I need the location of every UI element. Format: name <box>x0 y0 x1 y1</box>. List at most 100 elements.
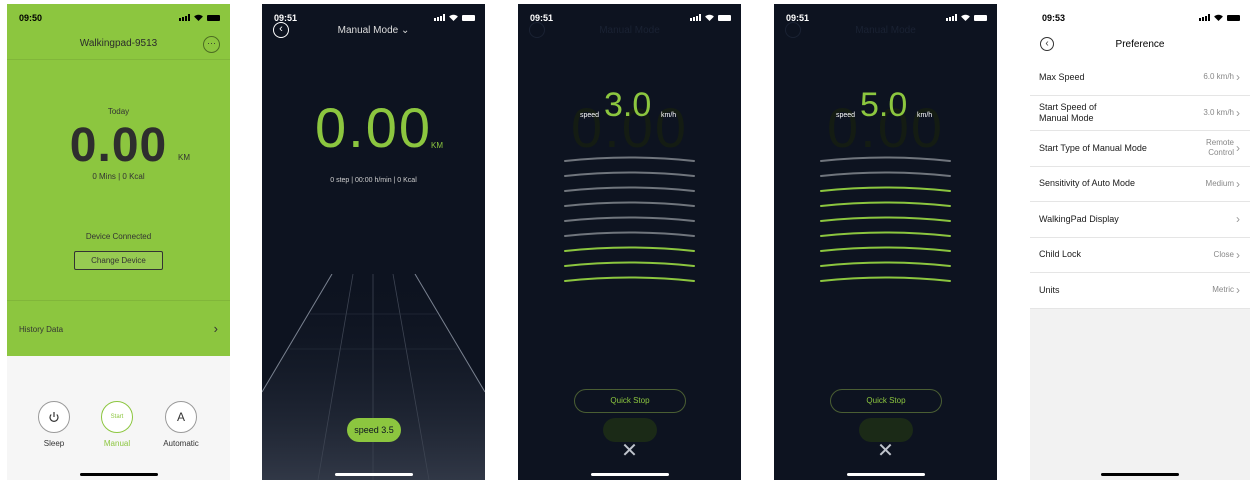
preference-label: Units <box>1039 284 1060 295</box>
signal-icon <box>179 14 190 21</box>
summary-stats: 0 step | 00:00 h/min | 0 Kcal <box>330 177 417 184</box>
speed-unit: km/h <box>661 112 677 119</box>
chevron-right-icon: › <box>1236 247 1240 262</box>
today-label: Today <box>107 107 130 116</box>
more-options-button[interactable]: ··· <box>203 36 220 53</box>
speed-level-arc <box>564 156 695 162</box>
signal-icon <box>690 14 701 21</box>
status-bar: 09:50 <box>7 4 230 30</box>
mode-bar: Sleep Start Manual A Automatic <box>7 356 230 480</box>
preference-value-text: Close <box>1213 249 1234 259</box>
header: Walkingpad-9513 ··· <box>7 30 230 60</box>
page-title: Preference <box>1115 39 1165 50</box>
chevron-right-icon: › <box>1236 283 1240 298</box>
quick-stop-button[interactable]: Quick Stop <box>830 389 942 413</box>
wifi-icon <box>1214 14 1223 21</box>
preference-row[interactable]: Child Lock Close › <box>1030 238 1250 273</box>
preference-label: WalkingPad Display <box>1039 213 1119 224</box>
chevron-right-icon: › <box>1236 141 1240 156</box>
distance-value: 0.00 <box>69 119 168 172</box>
preference-row[interactable]: Start Speed of Manual Mode 3.0 km/h › <box>1030 96 1250 131</box>
speed-level-arc-active <box>564 246 695 252</box>
speed-level-arc <box>820 156 951 162</box>
preference-row[interactable]: WalkingPad Display › <box>1030 202 1250 238</box>
speed-level-arc <box>564 231 695 237</box>
history-label: History Data <box>19 325 64 334</box>
speed-pill[interactable]: speed 3.5 <box>347 418 401 442</box>
change-device-button[interactable]: Change Device <box>74 251 163 270</box>
speed-level-arc <box>564 186 695 192</box>
preference-value: 6.0 km/h › <box>1203 70 1240 85</box>
speed-level-arc <box>564 201 695 207</box>
status-bar: 09:53 <box>1030 4 1250 30</box>
speed-level-arc <box>564 216 695 222</box>
preference-value: Remote Control › <box>1200 138 1240 158</box>
preference-label: Start Speed of Manual Mode <box>1039 101 1097 123</box>
chevron-right-icon: › <box>213 321 218 336</box>
chevron-right-icon: › <box>1236 105 1240 120</box>
preference-value: 3.0 km/h › <box>1203 105 1240 120</box>
preference-label: Child Lock <box>1039 249 1082 260</box>
speed-pill-dimmed <box>859 418 913 442</box>
speed-level-arc-active <box>820 231 951 237</box>
distance-value: 0.00 <box>315 96 432 159</box>
speed-unit: km/h <box>917 112 933 119</box>
preference-value: › <box>1234 213 1240 225</box>
preference-label: Start Type of Manual Mode <box>1039 142 1147 153</box>
status-icons <box>179 14 220 21</box>
speed-pill-dimmed <box>603 418 657 442</box>
quick-stop-button[interactable]: Quick Stop <box>574 389 686 413</box>
preference-value-text: 3.0 km/h <box>1203 107 1234 117</box>
power-icon <box>38 401 70 433</box>
signal-icon <box>1199 14 1210 21</box>
home-indicator <box>334 473 413 476</box>
close-icon[interactable]: ✕ <box>518 441 741 461</box>
speed-label: speed <box>580 112 600 119</box>
battery-icon <box>974 14 987 21</box>
sleep-mode-button[interactable]: Sleep <box>24 401 84 448</box>
speed-level-arc-active <box>820 276 951 282</box>
letter-a-icon: A <box>165 401 197 433</box>
preference-label: Sensitivity of Auto Mode <box>1039 178 1136 189</box>
preference-value-text: Medium <box>1205 178 1234 188</box>
speed-level-slider[interactable] <box>819 149 952 289</box>
preference-screen: 09:53 ‹ Preference Max Speed 6.0 km/h › Sta… <box>1030 4 1250 480</box>
automatic-mode-button[interactable]: A Automatic <box>151 401 211 448</box>
home-indicator <box>1101 473 1179 476</box>
speed-level-arc <box>820 171 951 177</box>
home-indicator <box>79 473 158 476</box>
connection-status: Device Connected <box>85 232 152 241</box>
mode-selector[interactable]: Manual Mode ⌄ <box>262 25 485 36</box>
preference-row[interactable]: Units Metric › <box>1030 273 1250 309</box>
signal-icon <box>434 14 445 21</box>
signal-icon <box>946 14 957 21</box>
preference-row[interactable]: Sensitivity of Auto Mode Medium › <box>1030 167 1250 202</box>
speed-label: speed <box>836 112 856 119</box>
close-icon[interactable]: ✕ <box>774 441 997 461</box>
preference-value-text: Remote Control <box>1205 138 1234 158</box>
speed-adjust-screen-low: 09:51 Manual Mode 0.00 speed 3.0 km/h Qu… <box>518 4 741 480</box>
chevron-right-icon: › <box>1236 70 1240 85</box>
speed-level-arc <box>564 171 695 177</box>
battery-icon <box>207 14 220 21</box>
status-time: 09:53 <box>1042 13 1066 23</box>
speed-level-arc-active <box>564 261 695 267</box>
manual-mode-button[interactable]: Start Manual <box>87 401 147 448</box>
manual-label: Manual <box>103 439 131 448</box>
speed-level-slider[interactable] <box>563 149 696 289</box>
home-indicator <box>846 473 925 476</box>
preference-row[interactable]: Max Speed 6.0 km/h › <box>1030 60 1250 96</box>
wifi-icon <box>961 14 970 21</box>
speed-level-arc-active <box>820 246 951 252</box>
mode-title-dimmed: Manual Mode <box>599 25 660 36</box>
home-indicator <box>590 473 669 476</box>
history-data-row[interactable]: History Data › <box>7 300 230 356</box>
preference-list: Max Speed 6.0 km/h › Start Speed of Manual … <box>1030 60 1250 309</box>
treadmill-road-graphic <box>262 274 485 480</box>
preference-row[interactable]: Start Type of Manual Mode Remote Control › <box>1030 131 1250 167</box>
wifi-icon <box>194 14 203 21</box>
preference-value: Medium › <box>1205 176 1240 191</box>
chevron-right-icon: › <box>1236 176 1240 191</box>
header: ‹ Preference <box>1030 30 1250 60</box>
distance-unit: KM <box>178 153 190 162</box>
